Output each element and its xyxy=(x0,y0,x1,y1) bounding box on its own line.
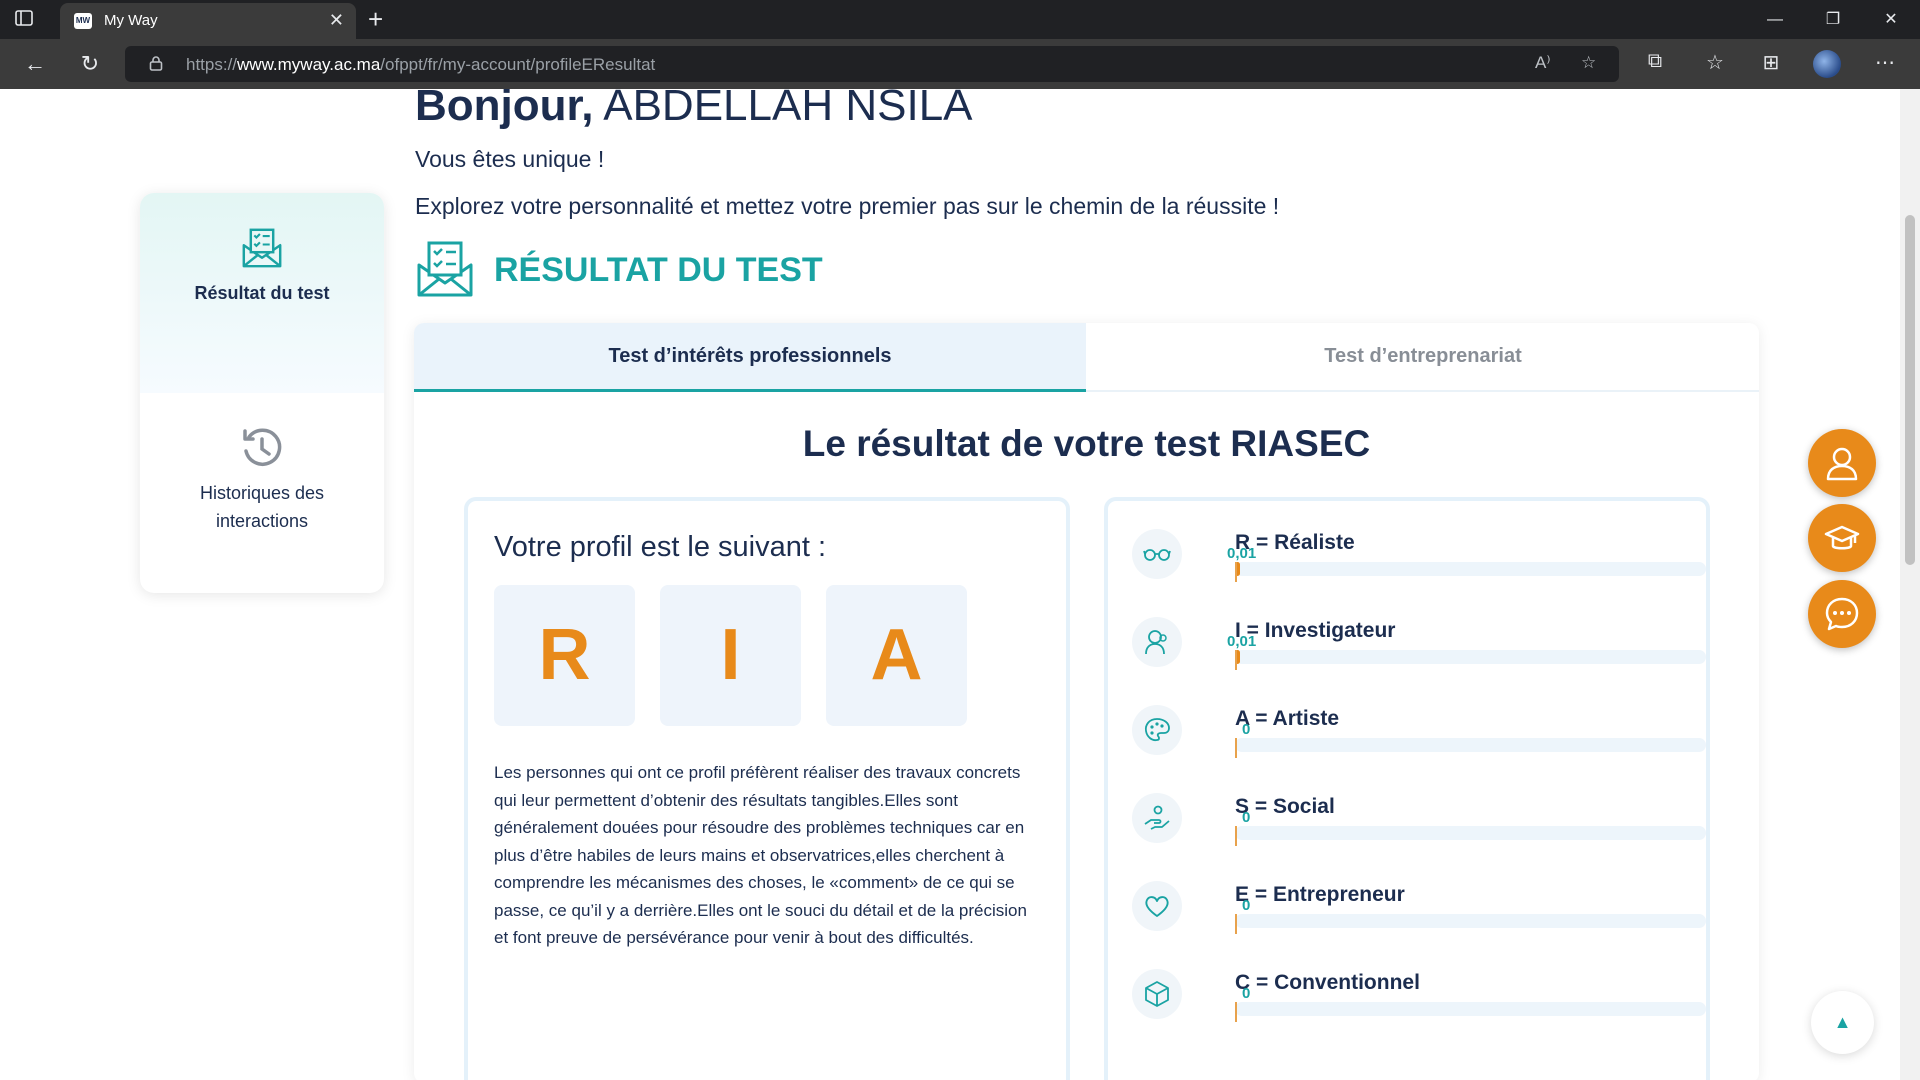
greeting-hello: Bonjour, xyxy=(415,89,594,130)
page-scrollbar[interactable] xyxy=(1900,89,1920,1080)
score-tick xyxy=(1235,1002,1237,1022)
score-value: 0 xyxy=(1242,985,1251,1002)
url-text: https://www.myway.ac.ma/ofppt/fr/my-acco… xyxy=(186,55,656,74)
score-tick xyxy=(1235,826,1237,846)
browser-toolbar: ← ↻ https://www.myway.ac.ma/ofppt/fr/my-… xyxy=(0,39,1920,89)
browser-tab-bar: MW My Way ✕ + — ❐ ✕ xyxy=(0,0,1920,39)
add-favorite-icon[interactable]: ☆ xyxy=(1581,53,1596,73)
lock-icon xyxy=(149,56,163,71)
user-name: ABDELLAH NSILA xyxy=(593,89,973,130)
score-tick xyxy=(1235,738,1237,758)
sidebar-item-label: Historiques des interactions xyxy=(199,483,325,531)
scroll-to-top-button[interactable]: ▲ xyxy=(1811,991,1874,1054)
palette-icon xyxy=(1132,705,1182,755)
user-icon xyxy=(1826,447,1858,481)
test-tabs: Test d’intérêts professionnels Test d’en… xyxy=(414,323,1759,392)
reload-icon[interactable]: ↻ xyxy=(75,49,105,79)
minimize-icon[interactable]: — xyxy=(1746,0,1804,39)
score-value: 0 xyxy=(1242,809,1251,826)
history-clock-icon xyxy=(243,428,282,466)
score-tick xyxy=(1235,562,1237,582)
sidebar: Résultat du test Historiques des interac… xyxy=(140,193,384,593)
chat-bubble-icon xyxy=(1825,597,1859,631)
score-value: 0 xyxy=(1242,721,1251,738)
profile-letter: R xyxy=(494,585,635,726)
score-bar xyxy=(1235,562,1706,576)
result-title: Le résultat de votre test RIASEC xyxy=(802,423,1371,464)
score-label: A = Artiste xyxy=(1235,707,1340,730)
score-value: 0 xyxy=(1242,897,1251,914)
envelope-checklist-icon xyxy=(242,228,282,268)
explore-text: Explorez votre personnalité et mettez vo… xyxy=(415,193,1280,219)
graduation-cap-icon xyxy=(1824,525,1860,550)
profile-letter: A xyxy=(826,585,967,726)
profile-letter: I xyxy=(660,585,801,726)
site-favicon-icon: MW xyxy=(74,13,92,29)
profile-heading: Votre profil est le suivant : xyxy=(494,531,827,563)
score-bar xyxy=(1235,1002,1706,1016)
score-bar xyxy=(1235,914,1706,928)
close-tab-icon[interactable]: ✕ xyxy=(329,10,344,31)
sidebar-item-history[interactable]: Historiques des interactions xyxy=(140,393,384,593)
tab-interests[interactable]: Test d’intérêts professionnels xyxy=(414,323,1086,392)
section-title-label: RÉSULTAT DU TEST xyxy=(494,251,823,289)
helping-hand-icon xyxy=(1132,793,1182,843)
account-button[interactable] xyxy=(1808,429,1876,497)
browser-tab[interactable]: MW My Way ✕ xyxy=(60,3,356,39)
score-row-i: I = Investigateur 0,01 xyxy=(1132,617,1706,677)
heart-icon xyxy=(1132,881,1182,931)
unique-text: Vous êtes unique ! xyxy=(415,146,605,172)
favorites-icon[interactable]: ☆ xyxy=(1700,50,1730,75)
address-bar[interactable]: https://www.myway.ac.ma/ofppt/fr/my-acco… xyxy=(125,46,1619,82)
scrollbar-thumb[interactable] xyxy=(1905,215,1915,565)
window-controls: — ❐ ✕ xyxy=(1746,0,1920,39)
result-card: Test d’intérêts professionnels Test d’en… xyxy=(414,323,1759,1080)
close-window-icon[interactable]: ✕ xyxy=(1862,0,1920,39)
profile-avatar[interactable] xyxy=(1813,50,1841,78)
score-bar xyxy=(1235,738,1706,752)
score-label: C = Conventionnel xyxy=(1235,971,1420,994)
back-icon[interactable]: ← xyxy=(20,49,50,79)
score-value: 0,01 xyxy=(1227,633,1257,650)
score-row-e: E = Entrepreneur 0 xyxy=(1132,881,1706,941)
sidebar-item-label: Résultat du test xyxy=(194,283,330,303)
scientist-icon xyxy=(1132,617,1182,667)
profile-description: Les personnes qui ont ce profil préfèren… xyxy=(494,763,1027,947)
restore-icon[interactable]: ❐ xyxy=(1804,0,1862,39)
score-label: I = Investigateur xyxy=(1235,619,1396,642)
scores-panel: R = Réaliste 0,01 I = Investigateur 0,01… xyxy=(1104,497,1710,1080)
sidebar-item-result[interactable]: Résultat du test xyxy=(140,193,384,393)
score-tick xyxy=(1235,650,1237,670)
page-content: Bonjour, ABDELLAH NSILA Vous êtes unique… xyxy=(0,89,1900,1080)
education-button[interactable] xyxy=(1808,504,1876,572)
score-label: E = Entrepreneur xyxy=(1235,883,1405,906)
arrow-up-icon: ▲ xyxy=(1833,1012,1852,1032)
new-tab-icon[interactable]: + xyxy=(368,4,383,35)
tab-entrepreneurship[interactable]: Test d’entreprenariat xyxy=(1087,323,1759,392)
chat-button[interactable] xyxy=(1808,580,1876,648)
tab-title: My Way xyxy=(104,12,158,29)
greeting: Bonjour, ABDELLAH NSILA xyxy=(415,89,973,131)
more-options-icon[interactable]: ⋯ xyxy=(1870,50,1900,75)
score-row-c: C = Conventionnel 0 xyxy=(1132,969,1706,1029)
score-value: 0,01 xyxy=(1227,545,1257,562)
score-row-s: S = Social 0 xyxy=(1132,793,1706,853)
glasses-icon xyxy=(1132,529,1182,579)
envelope-checklist-icon xyxy=(417,241,473,297)
score-tick xyxy=(1235,914,1237,934)
read-aloud-icon[interactable]: A⁾ xyxy=(1535,53,1551,73)
extensions-icon[interactable]: ⧉ xyxy=(1640,50,1670,73)
score-bar xyxy=(1235,826,1706,840)
tab-actions-icon[interactable] xyxy=(14,8,46,32)
score-bar xyxy=(1235,650,1706,664)
profile-panel: Votre profil est le suivant : R I A Les … xyxy=(464,497,1070,1080)
score-row-r: R = Réaliste 0,01 xyxy=(1132,529,1706,589)
cube-icon xyxy=(1132,969,1182,1019)
collections-icon[interactable]: ⊞ xyxy=(1756,50,1786,75)
score-row-a: A = Artiste 0 xyxy=(1132,705,1706,765)
